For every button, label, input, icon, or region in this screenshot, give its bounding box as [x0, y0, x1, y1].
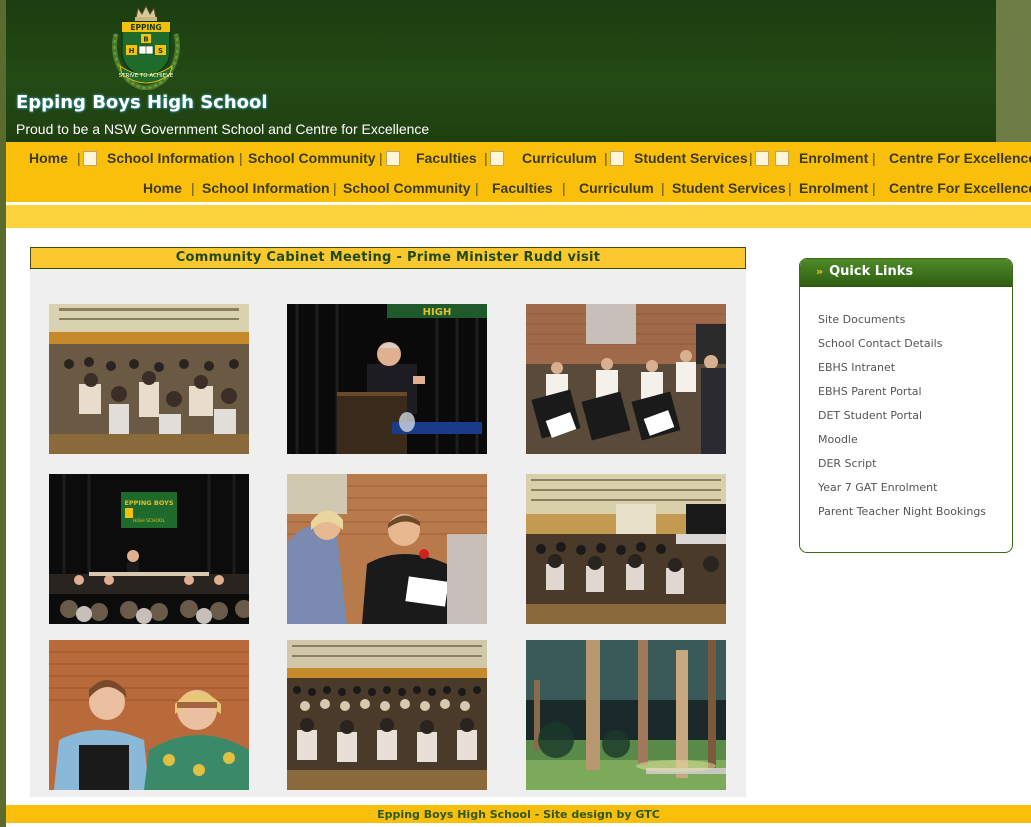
quick-links-list: Site Documents School Contact Details EB… [800, 287, 1012, 527]
gallery-photo-stage-panel[interactable]: EPPING BOYS HIGH SCHOOL [49, 474, 249, 624]
gallery-photo-student-question[interactable] [287, 474, 487, 624]
nav-enrolment[interactable]: Enrolment [799, 176, 868, 200]
nav-school-community[interactable]: School Community [343, 176, 471, 200]
main-content-area: Community Cabinet Meeting - Prime Minist… [6, 228, 1031, 805]
nav-centre-for-excellence[interactable]: Centre For Excellence [889, 176, 1031, 200]
gallery-photo-school-band[interactable] [526, 304, 726, 454]
gallery-photo-two-women[interactable] [49, 640, 249, 790]
nav-separator: | [333, 180, 337, 196]
right-header-strip [996, 0, 1031, 142]
navigation-bar: Home | School Information | School Commu… [6, 142, 1031, 202]
nav-separator: | [562, 180, 566, 196]
nav-separator: | [604, 150, 608, 166]
crest-motto: STRIVE TO ACHIEVE [119, 73, 174, 79]
broken-image-icon [775, 146, 789, 170]
gallery-photo-full-hall[interactable] [287, 640, 487, 790]
nav-separator: | [77, 150, 81, 166]
nav-separator: | [749, 150, 753, 166]
quick-link-site-documents[interactable]: Site Documents [818, 313, 905, 326]
crest-letter-b: B [143, 36, 148, 44]
list-item: Site Documents [818, 311, 1012, 335]
gallery-photo-pm-lectern[interactable]: HIGH [287, 304, 487, 454]
broken-image-icon [490, 146, 504, 170]
list-item: Moodle [818, 431, 1012, 455]
nav-separator: | [191, 180, 195, 196]
crest-letter-s: S [158, 47, 163, 55]
quick-link-year-7-gat-enrolment[interactable]: Year 7 GAT Enrolment [818, 481, 937, 494]
school-title[interactable]: Epping Boys High School [16, 92, 268, 113]
nav-home[interactable]: Home [29, 146, 68, 170]
nav-separator: | [788, 180, 792, 196]
broken-image-icon [610, 146, 624, 170]
nav-faculties[interactable]: Faculties [492, 176, 553, 200]
quick-links-panel: » Quick Links Site Documents School Conta… [799, 258, 1013, 553]
broken-image-icon [386, 146, 400, 170]
quick-links-header: » Quick Links [800, 259, 1012, 287]
nav-separator: | [239, 150, 243, 166]
photo-gallery: Community Cabinet Meeting - Prime Minist… [30, 247, 746, 797]
banner-text: HIGH [423, 307, 452, 318]
broken-image-icon [755, 146, 769, 170]
nav-separator: | [484, 150, 488, 166]
nav-enrolment[interactable]: Enrolment [799, 146, 868, 170]
crest-text-top: EPPING [130, 23, 161, 32]
list-item: DET Student Portal [818, 407, 1012, 431]
nav-home[interactable]: Home [143, 176, 182, 200]
crest-letter-h: H [129, 47, 135, 55]
banner-text: EPPING BOYS [124, 499, 173, 507]
nav-separator: | [872, 150, 876, 166]
quick-link-det-student-portal[interactable]: DET Student Portal [818, 409, 922, 422]
gallery-photo-audience-hall[interactable] [49, 304, 249, 454]
nav-student-services[interactable]: Student Services [634, 146, 748, 170]
nav-school-information[interactable]: School Information [107, 146, 235, 170]
quick-link-school-contact-details[interactable]: School Contact Details [818, 337, 942, 350]
quick-link-ebhs-parent-portal[interactable]: EBHS Parent Portal [818, 385, 922, 398]
nav-faculties[interactable]: Faculties [416, 146, 477, 170]
nav-separator: | [661, 180, 665, 196]
chevron-right-icon: » [816, 265, 824, 278]
nav-school-information[interactable]: School Information [202, 176, 330, 200]
list-item: Year 7 GAT Enrolment [818, 479, 1012, 503]
quick-link-moodle[interactable]: Moodle [818, 433, 858, 446]
site-header: EPPING B H S STRIVE TO ACHIEVE Epping Bo… [6, 0, 996, 142]
quick-link-der-script[interactable]: DER Script [818, 457, 876, 470]
quick-link-ebhs-intranet[interactable]: EBHS Intranet [818, 361, 895, 374]
site-footer: Epping Boys High School - Site design by… [6, 805, 1031, 823]
broken-image-icon [83, 146, 97, 170]
list-item: DER Script [818, 455, 1012, 479]
list-item: School Contact Details [818, 335, 1012, 359]
nav-separator: | [379, 150, 383, 166]
quick-link-parent-teacher-night-bookings[interactable]: Parent Teacher Night Bookings [818, 505, 986, 518]
footer-bottom-edge [6, 823, 1031, 827]
nav-separator: | [872, 180, 876, 196]
nav-school-community[interactable]: School Community [248, 146, 376, 170]
list-item: EBHS Intranet [818, 359, 1012, 383]
quick-links-title: Quick Links [829, 264, 914, 279]
gallery-title: Community Cabinet Meeting - Prime Minist… [30, 247, 746, 269]
school-crest-logo[interactable]: EPPING B H S STRIVE TO ACHIEVE [108, 4, 184, 90]
banner-text: HIGH SCHOOL [133, 518, 165, 524]
list-item: Parent Teacher Night Bookings [818, 503, 1012, 527]
school-tagline: Proud to be a NSW Government School and … [16, 121, 430, 137]
nav-curriculum[interactable]: Curriculum [579, 176, 654, 200]
nav-submenu-stripe [6, 202, 1031, 228]
list-item: EBHS Parent Portal [818, 383, 1012, 407]
nav-separator: | [475, 180, 479, 196]
gallery-photo-hall-crowd[interactable] [526, 474, 726, 624]
gallery-photo-trees-night[interactable] [526, 640, 726, 790]
nav-curriculum[interactable]: Curriculum [522, 146, 597, 170]
nav-centre-for-excellence[interactable]: Centre For Excellence [889, 146, 1031, 170]
nav-student-services[interactable]: Student Services [672, 176, 786, 200]
